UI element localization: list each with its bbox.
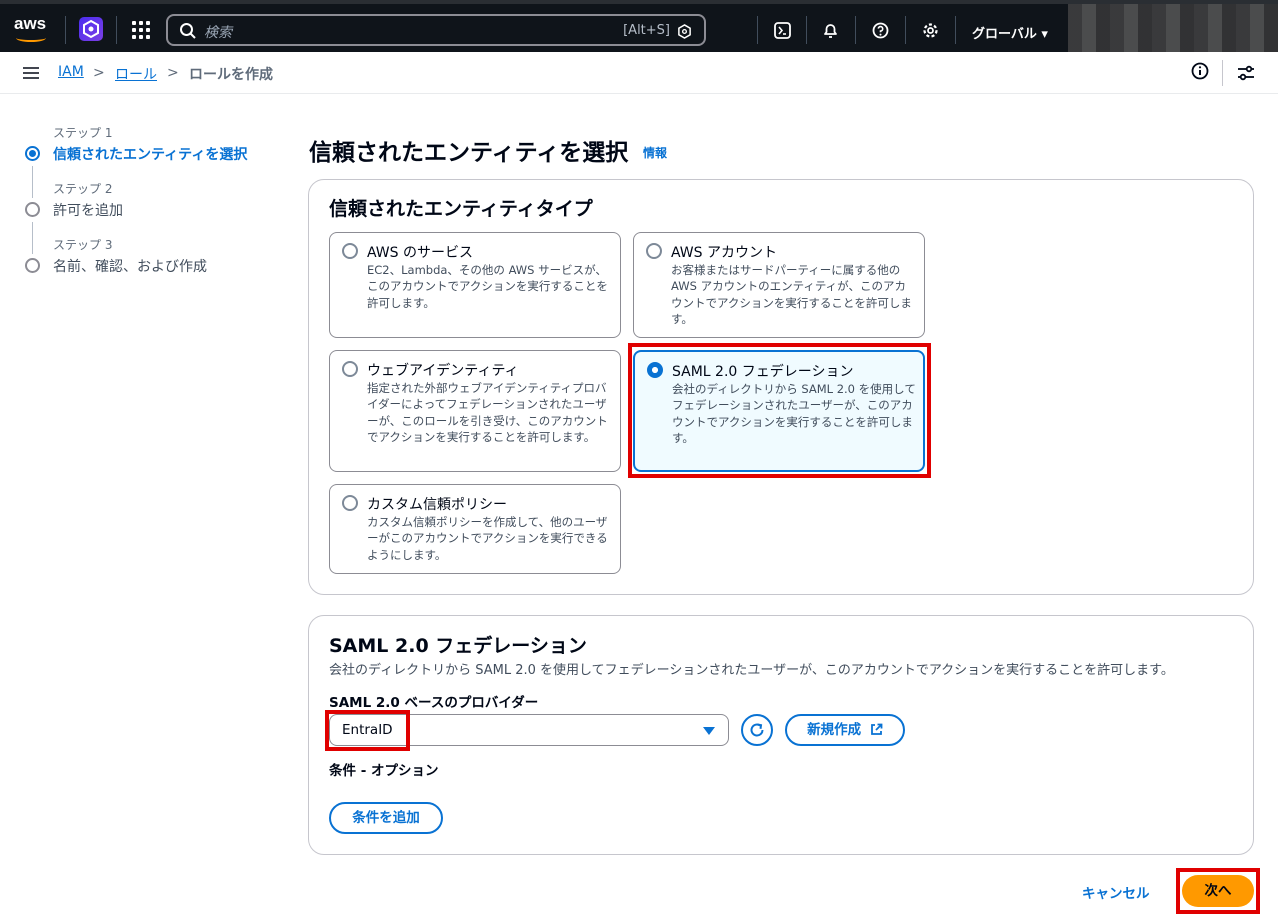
refresh-icon bbox=[750, 723, 764, 737]
step-2-indicator bbox=[25, 202, 40, 217]
menu-icon[interactable] bbox=[23, 67, 39, 82]
saml-heading: SAML 2.0 フェデレーション bbox=[329, 635, 587, 657]
step-3-label: 名前、確認、および作成 bbox=[53, 259, 207, 275]
breadcrumb-create-role: ロールを作成 bbox=[189, 67, 273, 83]
aws-logo[interactable]: aws bbox=[14, 14, 52, 42]
step-connector bbox=[32, 166, 33, 198]
breadcrumb-roles[interactable]: ロール bbox=[115, 64, 157, 84]
radio-aws-account[interactable] bbox=[646, 243, 662, 259]
divider bbox=[806, 16, 807, 44]
entity-type-heading: 信頼されたエンティティタイプ bbox=[329, 198, 593, 220]
page-title: 信頼されたエンティティを選択 bbox=[309, 140, 629, 166]
conditions-label: 条件 - オプション bbox=[329, 763, 439, 779]
step-3-number: ステップ 3 bbox=[53, 238, 113, 252]
settings-toggle-icon[interactable] bbox=[1237, 64, 1255, 82]
bell-icon[interactable] bbox=[822, 22, 839, 39]
aws-logo-text: aws bbox=[14, 14, 47, 33]
step-2-label: 許可を追加 bbox=[53, 203, 123, 219]
search-icon bbox=[180, 23, 196, 39]
option-description: 指定された外部ウェブアイデンティティプロバイダーによってフェデレーションされたユ… bbox=[367, 381, 608, 444]
divider bbox=[1222, 60, 1223, 86]
aws-smile-icon bbox=[16, 34, 46, 42]
divider bbox=[905, 16, 906, 44]
option-description: EC2、Lambda、その他の AWS サービスが、このアカウントでアクションを… bbox=[367, 263, 608, 310]
divider bbox=[955, 16, 956, 44]
add-condition-button[interactable]: 条件を追加 bbox=[329, 802, 443, 834]
refresh-button[interactable] bbox=[741, 714, 773, 746]
option-web-identity[interactable]: ウェブアイデンティティ 指定された外部ウェブアイデンティティプロバイダーによって… bbox=[329, 350, 621, 472]
divider bbox=[855, 16, 856, 44]
account-menu-redacted[interactable] bbox=[1068, 4, 1278, 56]
create-new-label: 新規作成 bbox=[807, 722, 862, 738]
services-grid-icon[interactable] bbox=[132, 21, 150, 39]
search-shortcut: [Alt+S] bbox=[623, 23, 670, 38]
step-1-indicator bbox=[25, 146, 40, 161]
region-selector[interactable]: グローバル ▾ bbox=[972, 23, 1048, 42]
breadcrumb-iam[interactable]: IAM bbox=[58, 64, 84, 80]
app-icon[interactable] bbox=[79, 17, 103, 41]
option-aws-service[interactable]: AWS のサービス EC2、Lambda、その他の AWS サービスが、このアカ… bbox=[329, 232, 621, 338]
option-description: お客様またはサードパーティーに属する他の AWS アカウントのエンティティが、こ… bbox=[671, 263, 912, 326]
step-1-label: 信頼されたエンティティを選択 bbox=[53, 147, 248, 163]
caret-down-icon bbox=[703, 727, 715, 735]
step-connector bbox=[32, 222, 33, 254]
search-placeholder: 検索 bbox=[204, 25, 232, 41]
option-custom-trust-policy[interactable]: カスタム信頼ポリシー カスタム信頼ポリシーを作成して、他のユーザーがこのアカウン… bbox=[329, 484, 621, 574]
wizard-steps: ステップ 1 信頼されたエンティティを選択 ステップ 2 許可を追加 ステップ … bbox=[24, 122, 284, 282]
search-input[interactable]: 検索 [Alt+S] bbox=[166, 14, 706, 46]
option-aws-account[interactable]: AWS アカウント お客様またはサードパーティーに属する他の AWS アカウント… bbox=[633, 232, 925, 338]
help-icon[interactable] bbox=[872, 22, 889, 39]
option-title: カスタム信頼ポリシー bbox=[367, 497, 507, 513]
breadcrumb-bar: IAM > ロール > ロールを作成 bbox=[0, 52, 1278, 94]
step-2-number: ステップ 2 bbox=[53, 182, 113, 196]
highlight-box bbox=[1176, 868, 1260, 914]
chevron-right-icon: > bbox=[93, 65, 105, 81]
saml-description: 会社のディレクトリから SAML 2.0 を使用してフェデレーションされたユーザ… bbox=[329, 663, 1174, 678]
step-3-indicator bbox=[25, 258, 40, 273]
radio-aws-service[interactable] bbox=[342, 243, 358, 259]
divider bbox=[757, 16, 758, 44]
divider bbox=[116, 16, 117, 44]
radio-custom-trust-policy[interactable] bbox=[342, 495, 358, 511]
highlight-box bbox=[325, 710, 410, 751]
gear-icon[interactable] bbox=[922, 22, 939, 39]
option-title: AWS アカウント bbox=[671, 245, 777, 261]
info-icon[interactable] bbox=[1191, 62, 1209, 80]
create-new-button[interactable]: 新規作成 bbox=[785, 714, 905, 746]
radio-web-identity[interactable] bbox=[342, 361, 358, 377]
q-icon bbox=[678, 24, 691, 39]
top-navigation-bar: aws 検索 [Alt+S] グローバル ▾ bbox=[0, 0, 1278, 56]
chevron-right-icon: > bbox=[167, 65, 179, 81]
option-title: AWS のサービス bbox=[367, 245, 473, 261]
divider bbox=[65, 16, 66, 44]
step-1-number: ステップ 1 bbox=[53, 126, 113, 140]
provider-label: SAML 2.0 ベースのプロバイダー bbox=[329, 695, 539, 711]
option-title: ウェブアイデンティティ bbox=[367, 363, 519, 379]
info-link[interactable]: 情報 bbox=[643, 144, 667, 161]
option-description: カスタム信頼ポリシーを作成して、他のユーザーがこのアカウントでアクションを実行で… bbox=[367, 515, 608, 562]
external-link-icon bbox=[870, 723, 883, 735]
cancel-button[interactable]: キャンセル bbox=[1082, 882, 1150, 902]
highlight-box bbox=[628, 343, 931, 478]
cloudshell-icon[interactable] bbox=[774, 22, 791, 39]
